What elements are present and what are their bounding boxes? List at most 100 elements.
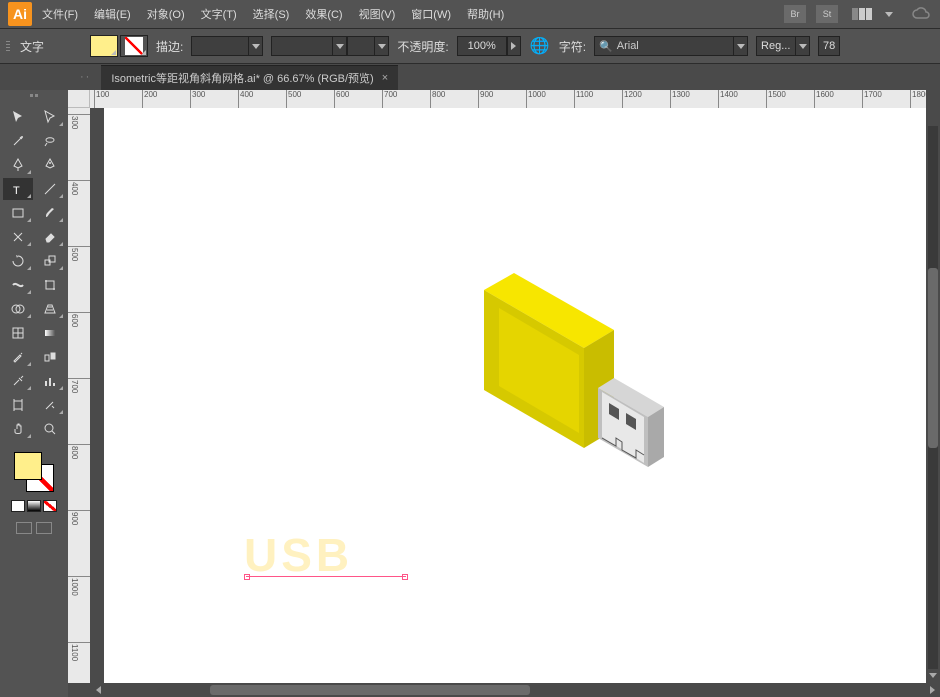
scrollbar-thumb[interactable] [210,685,530,695]
brush-combo[interactable] [271,36,389,56]
paragraph-globe-icon[interactable]: 🌐 [529,35,551,57]
tool-label: 文字 [20,38,44,55]
control-bar: 文字 描边: 不透明度: 🌐 字符: 🔍 Arial [0,28,940,64]
controlbar-handle[interactable] [4,41,12,51]
symbol-sprayer-tool[interactable] [3,370,33,392]
shaper-tool[interactable] [3,226,33,248]
stroke-swatch[interactable] [120,35,148,57]
menu-window[interactable]: 窗口(W) [405,2,457,26]
document-tab-title: Isometric等距视角斜角网格.ai* @ 66.67% (RGB/预览) [111,70,373,86]
eyedropper-tool[interactable] [3,346,33,368]
vertical-scrollbar[interactable] [926,108,940,683]
canvas[interactable]: USB [90,108,926,683]
width-tool[interactable] [3,274,33,296]
stroke-weight-dropdown[interactable] [249,36,263,56]
font-style-combo[interactable] [756,36,810,56]
stroke-weight-input[interactable] [191,36,249,56]
font-size-combo[interactable] [818,36,840,56]
fill-stroke-indicator[interactable] [12,450,56,494]
column-graph-tool[interactable] [35,370,65,392]
menu-select[interactable]: 选择(S) [247,2,296,26]
document-tabstrip: ·· Isometric等距视角斜角网格.ai* @ 66.67% (RGB/预… [0,64,940,90]
menu-type[interactable]: 文字(T) [195,2,243,26]
menu-effect[interactable]: 效果(C) [299,2,348,26]
font-size-input[interactable] [818,36,840,56]
brush-preview [271,36,333,56]
app-logo: Ai [8,2,32,26]
scrollbar-thumb[interactable] [928,268,938,448]
hand-tool[interactable] [3,418,33,440]
selection-tool[interactable] [3,106,33,128]
line-tool[interactable] [35,178,65,200]
opacity-input[interactable] [457,36,507,56]
artboard: USB [104,108,926,683]
color-mode-swatches [11,500,57,512]
magic-wand-tool[interactable] [3,130,33,152]
slice-tool[interactable] [35,394,65,416]
text-baseline-indicator [246,576,406,577]
scroll-left-icon[interactable] [92,685,104,695]
svg-text:T: T [13,185,20,196]
curvature-tool[interactable] [35,154,65,176]
paintbrush-tool[interactable] [35,202,65,224]
sync-icon[interactable] [912,7,932,21]
opacity-popup[interactable] [507,36,521,56]
rotate-tool[interactable] [3,250,33,272]
search-icon: 🔍 [599,40,613,53]
horizontal-ruler[interactable]: 1002003004005006007008009001000110012001… [90,90,926,108]
font-family-field[interactable]: 🔍 Arial [594,36,734,56]
scroll-right-icon[interactable] [926,685,938,695]
shape-builder-tool[interactable] [3,298,33,320]
font-family-dropdown[interactable] [734,36,748,56]
bridge-button[interactable]: Br [784,5,806,23]
color-mode-gradient[interactable] [27,500,41,512]
direct-selection-tool[interactable] [35,106,65,128]
scroll-down-icon[interactable] [928,669,938,681]
opacity-combo[interactable] [457,36,521,56]
stock-button[interactable]: St [816,5,838,23]
main-area: T [0,90,940,697]
menu-object[interactable]: 对象(O) [141,2,191,26]
workspace-dropdown[interactable] [882,4,896,24]
stroke-profile[interactable] [347,36,375,56]
fill-color-icon[interactable] [14,452,42,480]
blend-tool[interactable] [35,346,65,368]
font-family-value: Arial [617,40,639,52]
toolbox-handle[interactable] [0,94,68,102]
opacity-label: 不透明度: [397,38,448,55]
color-mode-none[interactable] [43,500,57,512]
font-family-combo[interactable]: 🔍 Arial [594,36,748,56]
stroke-profile-dropdown[interactable] [375,36,389,56]
rectangle-tool[interactable] [3,202,33,224]
brush-dropdown[interactable] [333,36,347,56]
fill-swatch[interactable] [90,35,118,57]
pen-tool[interactable] [3,154,33,176]
lasso-tool[interactable] [35,130,65,152]
artboard-text[interactable]: USB [244,528,353,582]
free-transform-tool[interactable] [35,274,65,296]
close-icon[interactable]: × [382,72,388,84]
horizontal-scrollbar[interactable] [90,683,940,697]
type-tool[interactable]: T [3,178,33,200]
mesh-tool[interactable] [3,322,33,344]
scale-tool[interactable] [35,250,65,272]
color-mode-solid[interactable] [11,500,25,512]
menu-help[interactable]: 帮助(H) [461,2,510,26]
vertical-ruler[interactable]: 30040050060070080090010001100 [68,108,90,683]
menu-view[interactable]: 视图(V) [353,2,402,26]
workspace-switcher[interactable] [852,8,872,20]
menu-file[interactable]: 文件(F) [36,2,84,26]
font-style-input[interactable] [756,36,796,56]
tabstrip-handle[interactable]: ·· [80,71,91,83]
eraser-tool[interactable] [35,226,65,248]
screen-mode-icons[interactable] [16,522,52,534]
menu-edit[interactable]: 编辑(E) [88,2,137,26]
perspective-grid-tool[interactable] [35,298,65,320]
ruler-origin[interactable] [68,90,90,108]
zoom-tool[interactable] [35,418,65,440]
gradient-tool[interactable] [35,322,65,344]
font-style-dropdown[interactable] [796,36,810,56]
stroke-weight-combo[interactable] [191,36,263,56]
artboard-tool[interactable] [3,394,33,416]
document-tab[interactable]: Isometric等距视角斜角网格.ai* @ 66.67% (RGB/预览) … [101,65,398,90]
